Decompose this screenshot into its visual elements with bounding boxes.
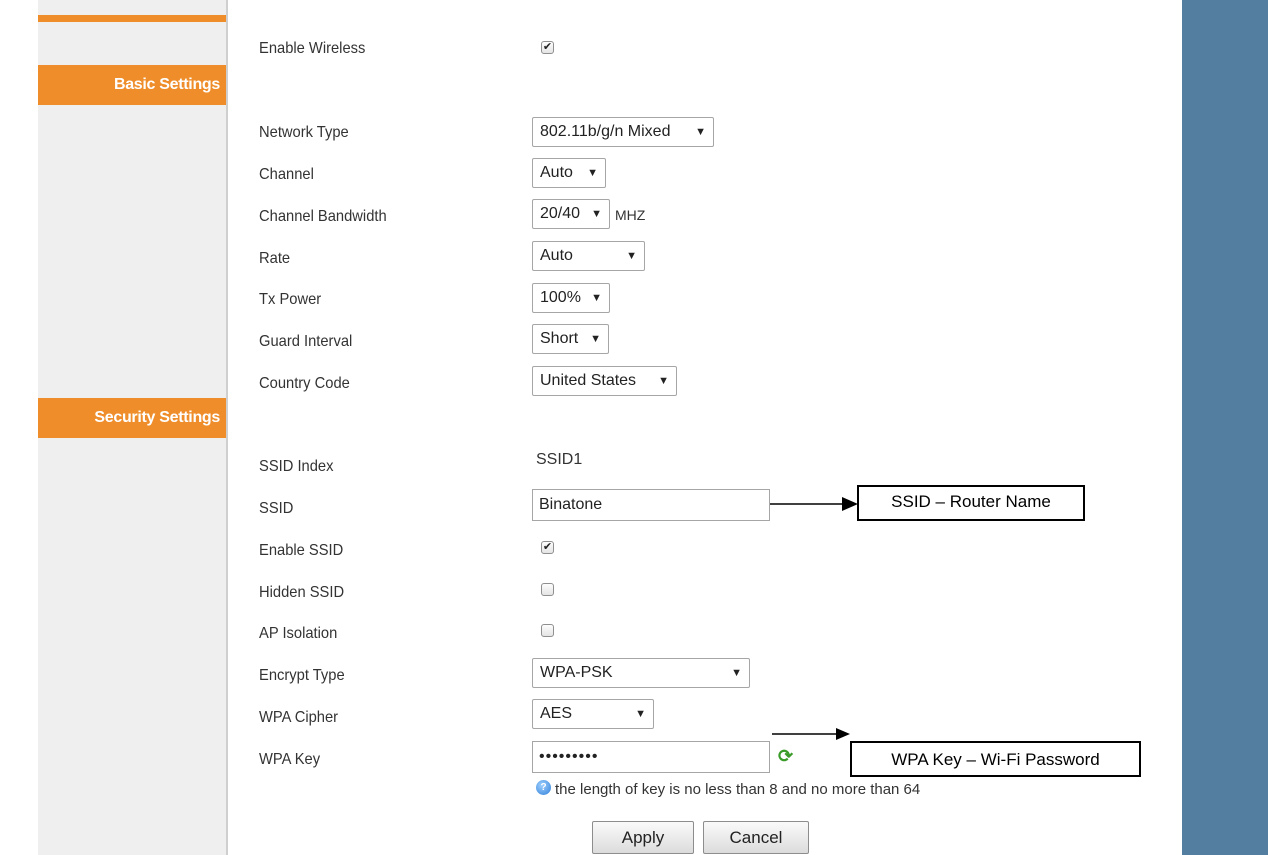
wpa-arrow-head xyxy=(836,728,850,740)
wpa-key-callout-box: WPA Key – Wi-Fi Password xyxy=(850,741,1141,777)
ssid-arrow-head xyxy=(842,497,858,511)
annotation-arrows xyxy=(770,497,858,740)
ssid-callout-box: SSID – Router Name xyxy=(857,485,1085,521)
